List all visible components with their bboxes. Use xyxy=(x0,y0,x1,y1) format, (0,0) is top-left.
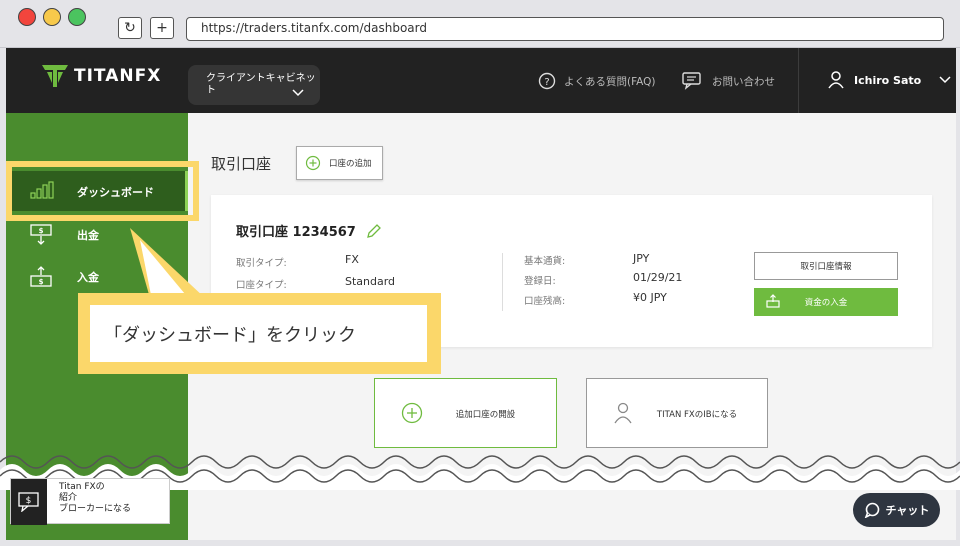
contact-label: お問い合わせ xyxy=(712,75,775,88)
user-icon xyxy=(828,71,844,89)
reload-icon: ↻ xyxy=(124,20,136,36)
question-circle-icon: ? xyxy=(538,72,556,90)
maximize-window-button[interactable] xyxy=(68,8,86,26)
ib-line-3: ブローカーになる xyxy=(59,504,132,514)
balance-label: 口座残高: xyxy=(524,296,566,307)
ib-line-1: Titan FXの xyxy=(59,482,105,492)
chat-button[interactable]: チャット xyxy=(853,493,940,527)
pencil-icon[interactable] xyxy=(366,223,382,239)
account-title: 取引口座 1234567 xyxy=(236,221,382,240)
faq-link[interactable]: ? よくある質問(FAQ) xyxy=(538,72,656,90)
contact-link[interactable]: お問い合わせ xyxy=(682,72,775,90)
plus-icon: + xyxy=(156,20,168,36)
deposit-button-label: 資金の入金 xyxy=(804,298,848,308)
close-window-button[interactable] xyxy=(18,8,36,26)
ib-line-2: 紹介 xyxy=(59,493,78,503)
become-ib-label: TITAN FXのIBになる xyxy=(656,410,738,420)
account-type-value: Standard xyxy=(345,275,396,288)
sidebar-item-deposit[interactable]: $ 入金 xyxy=(6,256,188,296)
sidebar-item-label: 入金 xyxy=(77,271,99,284)
frame-bottom xyxy=(0,540,960,546)
user-name: Ichiro Sato xyxy=(854,73,922,87)
balance-value: ¥0 JPY xyxy=(633,291,667,304)
instruction-callout: 「ダッシュボード」をクリック xyxy=(78,293,441,374)
ib-referral-card[interactable]: $ Titan FXの 紹介 ブローカーになる xyxy=(10,478,170,525)
app-header: TITANFX クライアントキャビネット ? よくある質問(FAQ) お問い合わ… xyxy=(6,48,956,113)
chat-icon xyxy=(864,502,879,518)
svg-text:$: $ xyxy=(39,278,44,286)
chevron-down-icon xyxy=(939,76,951,84)
account-info-button[interactable]: 取引口座情報 xyxy=(754,252,898,280)
faq-label: よくある質問(FAQ) xyxy=(564,75,656,88)
withdraw-icon: $ xyxy=(30,224,52,245)
section-title: 取引口座 xyxy=(211,155,272,173)
ib-card-text: Titan FXの 紹介 ブローカーになる xyxy=(59,482,131,515)
trade-type-value: FX xyxy=(345,253,359,266)
open-additional-label: 追加口座の開設 xyxy=(455,410,516,420)
base-currency-label: 基本通貨: xyxy=(524,256,566,267)
svg-text:$: $ xyxy=(39,227,44,235)
card-divider xyxy=(502,253,503,311)
ib-icon-box: $ xyxy=(11,479,47,525)
account-type-label: 口座タイプ: xyxy=(236,280,287,291)
user-menu[interactable]: Ichiro Sato xyxy=(828,71,951,89)
plus-circle-icon xyxy=(305,155,321,171)
registered-date-label: 登録日: xyxy=(524,276,556,287)
address-bar[interactable]: https://traders.titanfx.com/dashboard xyxy=(186,17,944,41)
client-cabinet-dropdown[interactable]: クライアントキャビネット xyxy=(188,65,320,105)
registered-date-value: 01/29/21 xyxy=(633,271,683,284)
callout-text: 「ダッシュボード」をクリック xyxy=(90,305,427,362)
titan-logo-icon xyxy=(42,65,68,87)
titanfx-logo[interactable]: TITANFX xyxy=(42,65,161,87)
deposit-icon: $ xyxy=(30,266,52,287)
fund-deposit-button[interactable]: 資金の入金 xyxy=(754,288,898,316)
add-account-label: 口座の追加 xyxy=(329,159,372,169)
svg-text:$: $ xyxy=(26,496,32,506)
account-title-text: 取引口座 1234567 xyxy=(236,225,356,240)
chat-label: チャット xyxy=(885,504,930,517)
chevron-down-icon xyxy=(292,89,304,97)
open-additional-account-button[interactable]: 追加口座の開設 xyxy=(374,378,557,448)
dollar-chat-icon: $ xyxy=(18,492,39,512)
logo-text: TITANFX xyxy=(74,66,162,86)
header-divider xyxy=(798,48,799,113)
browser-chrome: ↻ + https://traders.titanfx.com/dashboar… xyxy=(0,0,960,48)
reload-button[interactable]: ↻ xyxy=(118,17,142,39)
dashboard-highlight xyxy=(6,161,199,221)
become-ib-button[interactable]: TITAN FXのIBになる xyxy=(586,378,768,448)
chat-bubble-icon xyxy=(682,72,701,90)
minimize-window-button[interactable] xyxy=(43,8,61,26)
svg-text:?: ? xyxy=(544,77,549,88)
deposit-icon xyxy=(766,294,780,308)
sidebar-item-label: 出金 xyxy=(77,229,99,242)
new-tab-button[interactable]: + xyxy=(150,17,174,39)
add-account-button[interactable]: 口座の追加 xyxy=(296,146,383,180)
base-currency-value: JPY xyxy=(633,252,650,265)
trade-type-label: 取引タイプ: xyxy=(236,258,287,269)
